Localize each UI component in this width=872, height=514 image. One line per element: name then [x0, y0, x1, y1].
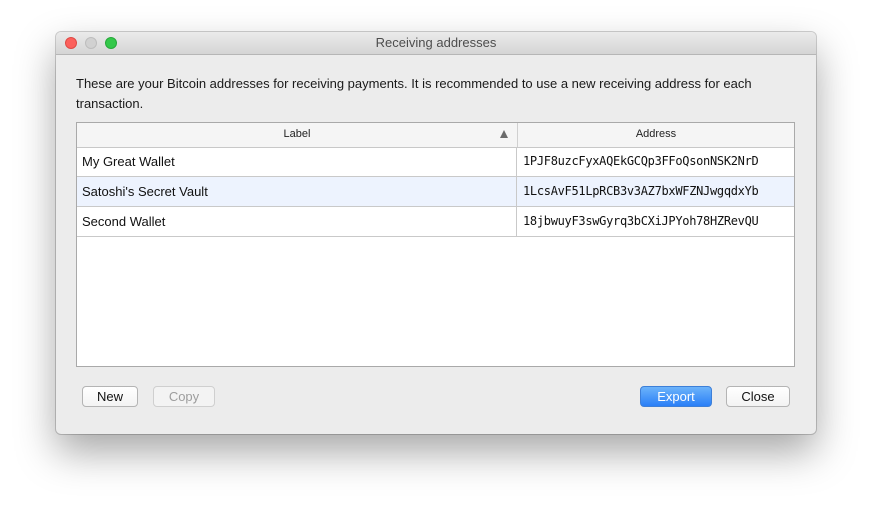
row-address[interactable]: 1LcsAvF51LpRCB3v3AZ7bxWFZNJwgqdxYb: [518, 177, 794, 206]
description-text: These are your Bitcoin addresses for rec…: [76, 76, 752, 111]
row-label[interactable]: My Great Wallet: [77, 147, 517, 176]
table-header: Label Address: [77, 123, 794, 148]
table-row[interactable]: Second Wallet 18jbwuyF3swGyrq3bCXiJPYoh7…: [77, 207, 794, 237]
export-button[interactable]: Export: [640, 386, 712, 407]
table-row[interactable]: My Great Wallet 1PJF8uzcFyxAQEkGCQp3FFoQ…: [77, 147, 794, 177]
receiving-addresses-dialog: Receiving addresses These are your Bitco…: [56, 32, 816, 434]
row-label[interactable]: Satoshi's Secret Vault: [77, 177, 517, 206]
window-title: Receiving addresses: [375, 35, 497, 50]
row-address[interactable]: 18jbwuyF3swGyrq3bCXiJPYoh78HZRevQU: [518, 207, 794, 236]
address-table[interactable]: Label Address My Great Wallet 1PJF8uzcFy…: [76, 122, 795, 367]
column-header-address[interactable]: Address: [518, 123, 794, 147]
column-header-label[interactable]: Label: [77, 123, 518, 147]
copy-button[interactable]: Copy: [153, 386, 215, 407]
row-label[interactable]: Second Wallet: [77, 207, 517, 236]
table-row[interactable]: Satoshi's Secret Vault 1LcsAvF51LpRCB3v3…: [77, 177, 794, 207]
close-button[interactable]: Close: [726, 386, 790, 407]
sort-ascending-icon[interactable]: [500, 130, 508, 138]
row-address[interactable]: 1PJF8uzcFyxAQEkGCQp3FFoQsonNSK2NrD: [518, 147, 794, 176]
title-bar[interactable]: Receiving addresses: [56, 32, 816, 55]
new-button[interactable]: New: [82, 386, 138, 407]
